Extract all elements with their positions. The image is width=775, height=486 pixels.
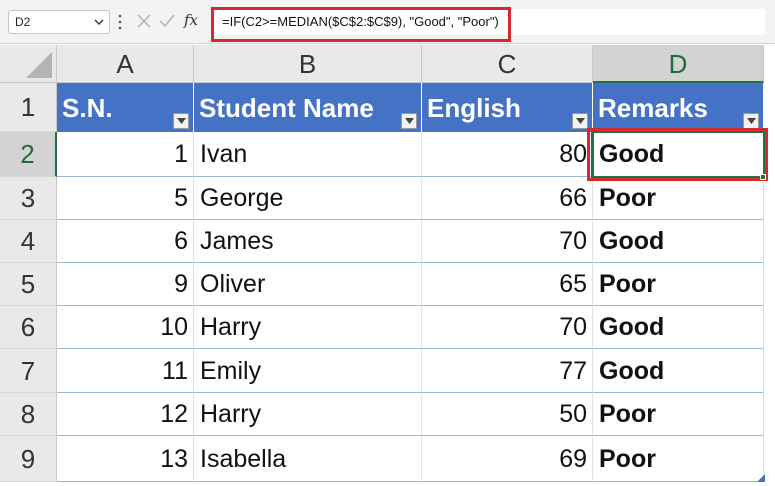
table-header-student-name[interactable]: Student Name — [194, 83, 422, 132]
cell-d5[interactable]: Poor — [593, 263, 764, 306]
cell-a3[interactable]: 5 — [57, 177, 194, 220]
cell-b4[interactable]: James — [194, 220, 422, 263]
table-header-english[interactable]: English — [422, 83, 593, 132]
chevron-down-icon[interactable] — [94, 17, 104, 27]
header-label: English — [427, 93, 521, 123]
select-all-button[interactable] — [0, 45, 57, 83]
cell-d7[interactable]: Good — [593, 349, 764, 393]
formula-highlight-box — [211, 7, 511, 42]
cell-c9[interactable]: 69 — [422, 436, 593, 482]
cell-highlight-box — [587, 128, 768, 181]
cell-d6[interactable]: Good — [593, 306, 764, 349]
row-header-6[interactable]: 6 — [0, 306, 57, 349]
cell-c3[interactable]: 66 — [422, 177, 593, 220]
cell-b5[interactable]: Oliver — [194, 263, 422, 306]
row-header-7[interactable]: 7 — [0, 349, 57, 393]
cell-a7[interactable]: 11 — [57, 349, 194, 393]
cell-c2[interactable]: 80 — [422, 132, 593, 177]
cell-d4[interactable]: Good — [593, 220, 764, 263]
fill-handle[interactable] — [760, 174, 766, 180]
filter-dropdown-icon[interactable] — [572, 113, 588, 129]
header-label: S.N. — [62, 93, 113, 123]
name-box[interactable]: D2 — [8, 10, 110, 34]
cell-c7[interactable]: 77 — [422, 349, 593, 393]
cell-b9[interactable]: Isabella — [194, 436, 422, 482]
column-header-d[interactable]: D — [593, 45, 764, 83]
column-header-b[interactable]: B — [194, 45, 422, 83]
cell-c5[interactable]: 65 — [422, 263, 593, 306]
cell-c8[interactable]: 50 — [422, 393, 593, 436]
column-header-a[interactable]: A — [57, 45, 194, 83]
cell-c6[interactable]: 70 — [422, 306, 593, 349]
cancel-icon[interactable] — [136, 13, 152, 29]
cell-a2[interactable]: 1 — [57, 132, 194, 177]
cell-b8[interactable]: Harry — [194, 393, 422, 436]
formula-buttons: fx — [128, 10, 206, 34]
row-header-2[interactable]: 2 — [0, 132, 57, 177]
column-header-c[interactable]: C — [422, 45, 593, 83]
header-label: Student Name — [199, 93, 374, 123]
row-header-3[interactable]: 3 — [0, 177, 57, 220]
header-label: Remarks — [598, 93, 708, 123]
cell-d3[interactable]: Poor — [593, 177, 764, 220]
row-header-9[interactable]: 9 — [0, 436, 57, 482]
table-header-remarks[interactable]: Remarks — [593, 83, 764, 132]
more-options-icon[interactable] — [118, 14, 122, 30]
table-header-sn[interactable]: S.N. — [57, 83, 194, 132]
cell-b2[interactable]: Ivan — [194, 132, 422, 177]
cell-a9[interactable]: 13 — [57, 436, 194, 482]
filter-dropdown-icon[interactable] — [173, 113, 189, 129]
cell-b6[interactable]: Harry — [194, 306, 422, 349]
cell-b7[interactable]: Emily — [194, 349, 422, 393]
cell-a6[interactable]: 10 — [57, 306, 194, 349]
insert-function-button[interactable]: fx — [184, 11, 198, 29]
cell-b3[interactable]: George — [194, 177, 422, 220]
cell-c4[interactable]: 70 — [422, 220, 593, 263]
row-header-1[interactable]: 1 — [0, 83, 57, 132]
filter-dropdown-icon[interactable] — [401, 113, 417, 129]
row-header-5[interactable]: 5 — [0, 263, 57, 306]
name-box-value: D2 — [15, 15, 31, 29]
row-header-4[interactable]: 4 — [0, 220, 57, 263]
cell-d8[interactable]: Poor — [593, 393, 764, 436]
select-all-triangle-icon — [26, 52, 52, 78]
cell-a4[interactable]: 6 — [57, 220, 194, 263]
filter-dropdown-icon[interactable] — [743, 113, 759, 129]
cell-a8[interactable]: 12 — [57, 393, 194, 436]
cell-a5[interactable]: 9 — [57, 263, 194, 306]
table-resize-handle-icon[interactable] — [757, 474, 765, 482]
cell-d9[interactable]: Poor — [593, 436, 764, 482]
check-icon[interactable] — [158, 13, 176, 29]
row-header-8[interactable]: 8 — [0, 393, 57, 436]
